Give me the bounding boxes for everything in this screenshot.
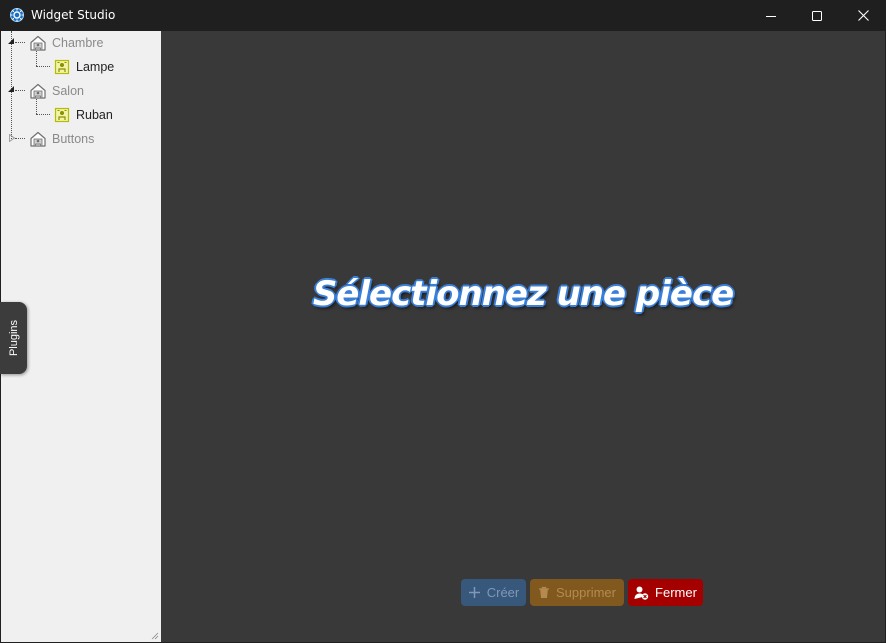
app-logo-icon (9, 7, 25, 23)
tree-item-buttons[interactable]: Buttons (30, 129, 94, 149)
close-button[interactable]: Fermer (628, 579, 703, 606)
lamp-widget-icon (54, 107, 70, 123)
tree-connector (36, 99, 37, 114)
window-title: Widget Studio (31, 8, 116, 22)
resize-grip-icon[interactable] (150, 631, 159, 640)
tree-item-lampe[interactable]: Lampe (54, 57, 114, 77)
minimize-icon (766, 15, 776, 17)
tree-item-label: Chambre (52, 36, 104, 50)
plus-icon (468, 587, 480, 598)
collapse-chevron-icon[interactable] (7, 37, 15, 45)
select-room-placeholder: Sélectionnez une pièce (312, 274, 734, 314)
plugins-tab[interactable]: Plugins (0, 302, 27, 374)
house-icon (30, 131, 46, 147)
tree-item-chambre[interactable]: Chambre (30, 33, 103, 53)
tree-item-label: Buttons (52, 132, 95, 146)
delete-button-label: Supprimer (556, 585, 616, 600)
tree-connector (15, 90, 25, 91)
lamp-widget-icon (54, 59, 70, 75)
create-button[interactable]: Créer (461, 579, 526, 606)
plugins-tab-label: Plugins (7, 319, 20, 357)
create-button-label: Créer (486, 585, 520, 600)
tree-item-ruban[interactable]: Ruban (54, 105, 113, 125)
room-editor-area: Sélectionnez une pièce Créer Supprimer F… (161, 31, 885, 642)
expand-chevron-icon[interactable] (8, 134, 16, 142)
tree-item-salon[interactable]: Salon (30, 81, 84, 101)
collapse-chevron-icon[interactable] (7, 85, 15, 93)
maximize-icon (812, 10, 822, 21)
user-close-icon (634, 586, 649, 600)
tree-connector (36, 51, 37, 66)
maximize-button[interactable] (794, 0, 840, 31)
tree-item-label: Lampe (76, 60, 115, 74)
tree-connector (15, 138, 25, 139)
trash-icon (539, 586, 550, 598)
house-icon (30, 83, 46, 99)
close-button-label: Fermer (655, 585, 697, 600)
minimize-button[interactable] (748, 0, 794, 31)
tree-item-label: Salon (52, 84, 84, 98)
close-window-button[interactable] (840, 0, 886, 31)
house-icon (30, 35, 46, 51)
tree-connector (36, 114, 50, 115)
tree-item-label: Ruban (76, 108, 113, 122)
title-bar[interactable]: Widget Studio (0, 0, 886, 31)
close-icon (857, 10, 869, 21)
delete-button[interactable]: Supprimer (530, 579, 624, 606)
tree-connector (15, 42, 25, 43)
tree-connector (36, 66, 50, 67)
